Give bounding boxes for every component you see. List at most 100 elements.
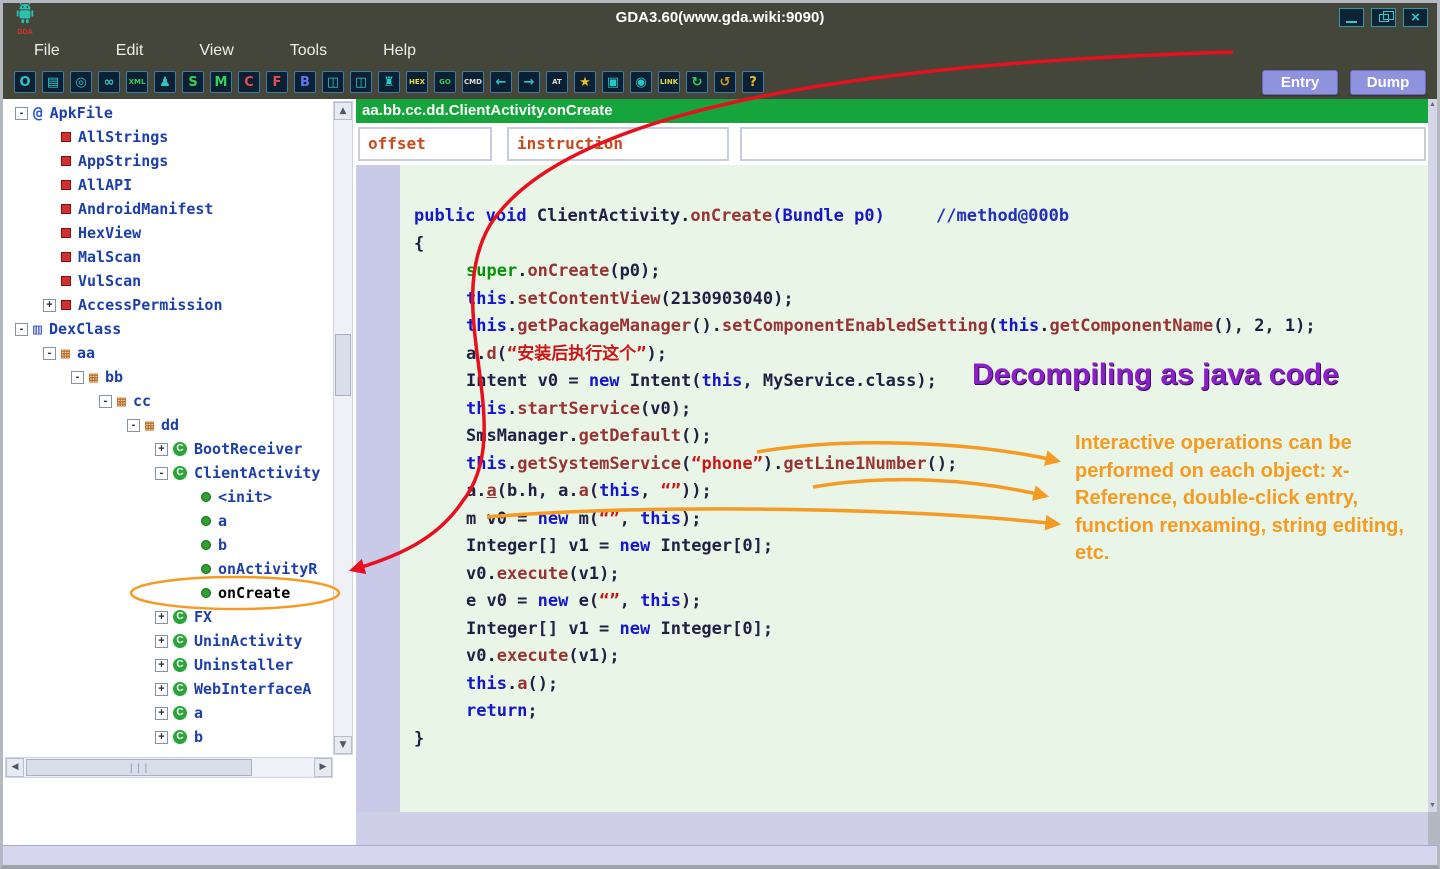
expand-icon[interactable]: + xyxy=(155,635,168,648)
resource-icon[interactable]: ◫ xyxy=(350,71,372,93)
tree-item-apkfile[interactable]: -@ApkFile xyxy=(3,101,333,125)
tree-item-fx[interactable]: +CFX xyxy=(3,605,333,629)
tree-item-allapi[interactable]: AllAPI xyxy=(3,173,333,197)
tree-item-b[interactable]: b xyxy=(3,533,333,557)
monitor-icon[interactable]: ▣ xyxy=(602,71,624,93)
horizontal-scroll-thumb[interactable]: | | | xyxy=(26,759,252,776)
menu-help[interactable]: Help xyxy=(383,42,416,60)
expand-icon[interactable]: + xyxy=(155,683,168,696)
tree-item-vulscan[interactable]: VulScan xyxy=(3,269,333,293)
tree-item-oncreate[interactable]: onCreate xyxy=(3,581,333,605)
camera-icon[interactable]: ◉ xyxy=(630,71,652,93)
dump-button[interactable]: Dump xyxy=(1350,70,1426,95)
strings-icon[interactable]: S xyxy=(182,71,204,93)
search-icon[interactable]: ◎ xyxy=(70,71,92,93)
tree-item-init[interactable]: <init> xyxy=(3,485,333,509)
at-icon[interactable]: AT xyxy=(546,71,568,93)
tree-item-onactivityr[interactable]: onActivityR xyxy=(3,557,333,581)
minimize-button[interactable] xyxy=(1339,8,1364,27)
scroll-down-button[interactable]: ▼ xyxy=(334,736,352,754)
main-scroll-up-button[interactable]: ▲ xyxy=(1428,99,1437,111)
scroll-up-button[interactable]: ▲ xyxy=(334,102,352,120)
vertical-scroll-thumb[interactable] xyxy=(335,334,351,396)
collapse-icon[interactable]: - xyxy=(155,467,168,480)
code-line[interactable]: this.startService(v0); xyxy=(400,396,1428,424)
code-line[interactable]: this.getPackageManager().setComponentEna… xyxy=(400,313,1428,341)
tree-item-accesspermission[interactable]: +AccessPermission xyxy=(3,293,333,317)
close-button[interactable]: × xyxy=(1403,8,1428,27)
restore-button[interactable] xyxy=(1371,8,1396,27)
code-line[interactable]: v0.execute(v1); xyxy=(400,643,1428,671)
tree-item-uninactivity[interactable]: +CUninActivity xyxy=(3,629,333,653)
expand-icon[interactable]: + xyxy=(155,659,168,672)
expand-icon[interactable]: + xyxy=(155,443,168,456)
code-line[interactable]: return; xyxy=(400,698,1428,726)
back-arrow-icon[interactable]: ← xyxy=(490,71,512,93)
xml-icon[interactable]: XML xyxy=(126,71,148,93)
code-line[interactable]: this.setContentView(2130903040); xyxy=(400,286,1428,314)
tree-item-webinterfacea[interactable]: +CWebInterfaceA xyxy=(3,677,333,701)
code-line[interactable]: Integer[] v1 = new Integer[0]; xyxy=(400,616,1428,644)
tree-item-b[interactable]: +Cb xyxy=(3,725,333,749)
class-icon[interactable]: C xyxy=(238,71,260,93)
menu-file[interactable]: File xyxy=(34,42,60,60)
go-icon[interactable]: GO xyxy=(434,71,456,93)
expand-icon[interactable]: + xyxy=(155,731,168,744)
cmd-icon[interactable]: CMD xyxy=(462,71,484,93)
main-scroll-down-button[interactable]: ▼ xyxy=(1428,800,1437,812)
tree-item-allstrings[interactable]: AllStrings xyxy=(3,125,333,149)
tree-item-a[interactable]: +Ca xyxy=(3,701,333,725)
collapse-icon[interactable]: - xyxy=(43,347,56,360)
expand-icon[interactable]: + xyxy=(155,611,168,624)
binoculars-icon[interactable]: ∞ xyxy=(98,71,120,93)
method-icon[interactable]: M xyxy=(210,71,232,93)
menu-tools[interactable]: Tools xyxy=(290,42,327,60)
tree-item-bb[interactable]: -▦bb xyxy=(3,365,333,389)
save-icon[interactable]: ▤ xyxy=(42,71,64,93)
code-line[interactable]: this.a(); xyxy=(400,671,1428,699)
tree-item-uninstaller[interactable]: +CUninstaller xyxy=(3,653,333,677)
field-icon[interactable]: F xyxy=(266,71,288,93)
xref-link[interactable]: a xyxy=(486,481,496,501)
refresh-icon[interactable]: ↻ xyxy=(686,71,708,93)
tree-vertical-scrollbar[interactable]: ▲ ▼ xyxy=(333,101,353,755)
code-line[interactable]: } xyxy=(400,726,1428,754)
collapse-icon[interactable]: - xyxy=(71,371,84,384)
manifest-icon[interactable]: ◫ xyxy=(322,71,344,93)
entry-button[interactable]: Entry xyxy=(1262,70,1338,95)
tree-item-clientactivity[interactable]: -CClientActivity xyxy=(3,461,333,485)
tree-item-a[interactable]: a xyxy=(3,509,333,533)
bird-icon[interactable]: ★ xyxy=(574,71,596,93)
hex-icon[interactable]: HEX xyxy=(406,71,428,93)
help-icon[interactable]: ? xyxy=(742,71,764,93)
tree-item-dd[interactable]: -▦dd xyxy=(3,413,333,437)
tree-item-bootreceiver[interactable]: +CBootReceiver xyxy=(3,437,333,461)
forward-arrow-icon[interactable]: → xyxy=(518,71,540,93)
tree-item-appstrings[interactable]: AppStrings xyxy=(3,149,333,173)
tree-horizontal-scrollbar[interactable]: ◀ | | | ▶ xyxy=(5,757,333,778)
code-line[interactable]: super.onCreate(p0); xyxy=(400,258,1428,286)
collapse-icon[interactable]: - xyxy=(99,395,112,408)
tree-item-cc[interactable]: -▦cc xyxy=(3,389,333,413)
tree-item-dexclass[interactable]: -▥DexClass xyxy=(3,317,333,341)
collapse-icon[interactable]: - xyxy=(127,419,140,432)
expand-icon[interactable]: + xyxy=(155,707,168,720)
collapse-icon[interactable]: - xyxy=(15,323,28,336)
collapse-icon[interactable]: - xyxy=(15,107,28,120)
code-line[interactable]: public void ClientActivity.onCreate(Bund… xyxy=(400,203,1428,231)
tree-item-malscan[interactable]: MalScan xyxy=(3,245,333,269)
scroll-left-button[interactable]: ◀ xyxy=(6,758,24,777)
code-line[interactable]: e v0 = new e(“”, this); xyxy=(400,588,1428,616)
tree-item-hexview[interactable]: HexView xyxy=(3,221,333,245)
tree-item-androidmanifest[interactable]: AndroidManifest xyxy=(3,197,333,221)
undo-icon[interactable]: ↺ xyxy=(714,71,736,93)
expand-icon[interactable]: + xyxy=(43,299,56,312)
code-line[interactable]: { xyxy=(400,231,1428,259)
open-icon[interactable]: O xyxy=(14,71,36,93)
tree-item-aa[interactable]: -▦aa xyxy=(3,341,333,365)
menu-edit[interactable]: Edit xyxy=(116,42,144,60)
bytecode-icon[interactable]: B xyxy=(294,71,316,93)
menu-view[interactable]: View xyxy=(199,42,233,60)
apk-icon[interactable]: ♟ xyxy=(154,71,176,93)
scroll-right-button[interactable]: ▶ xyxy=(314,758,332,777)
